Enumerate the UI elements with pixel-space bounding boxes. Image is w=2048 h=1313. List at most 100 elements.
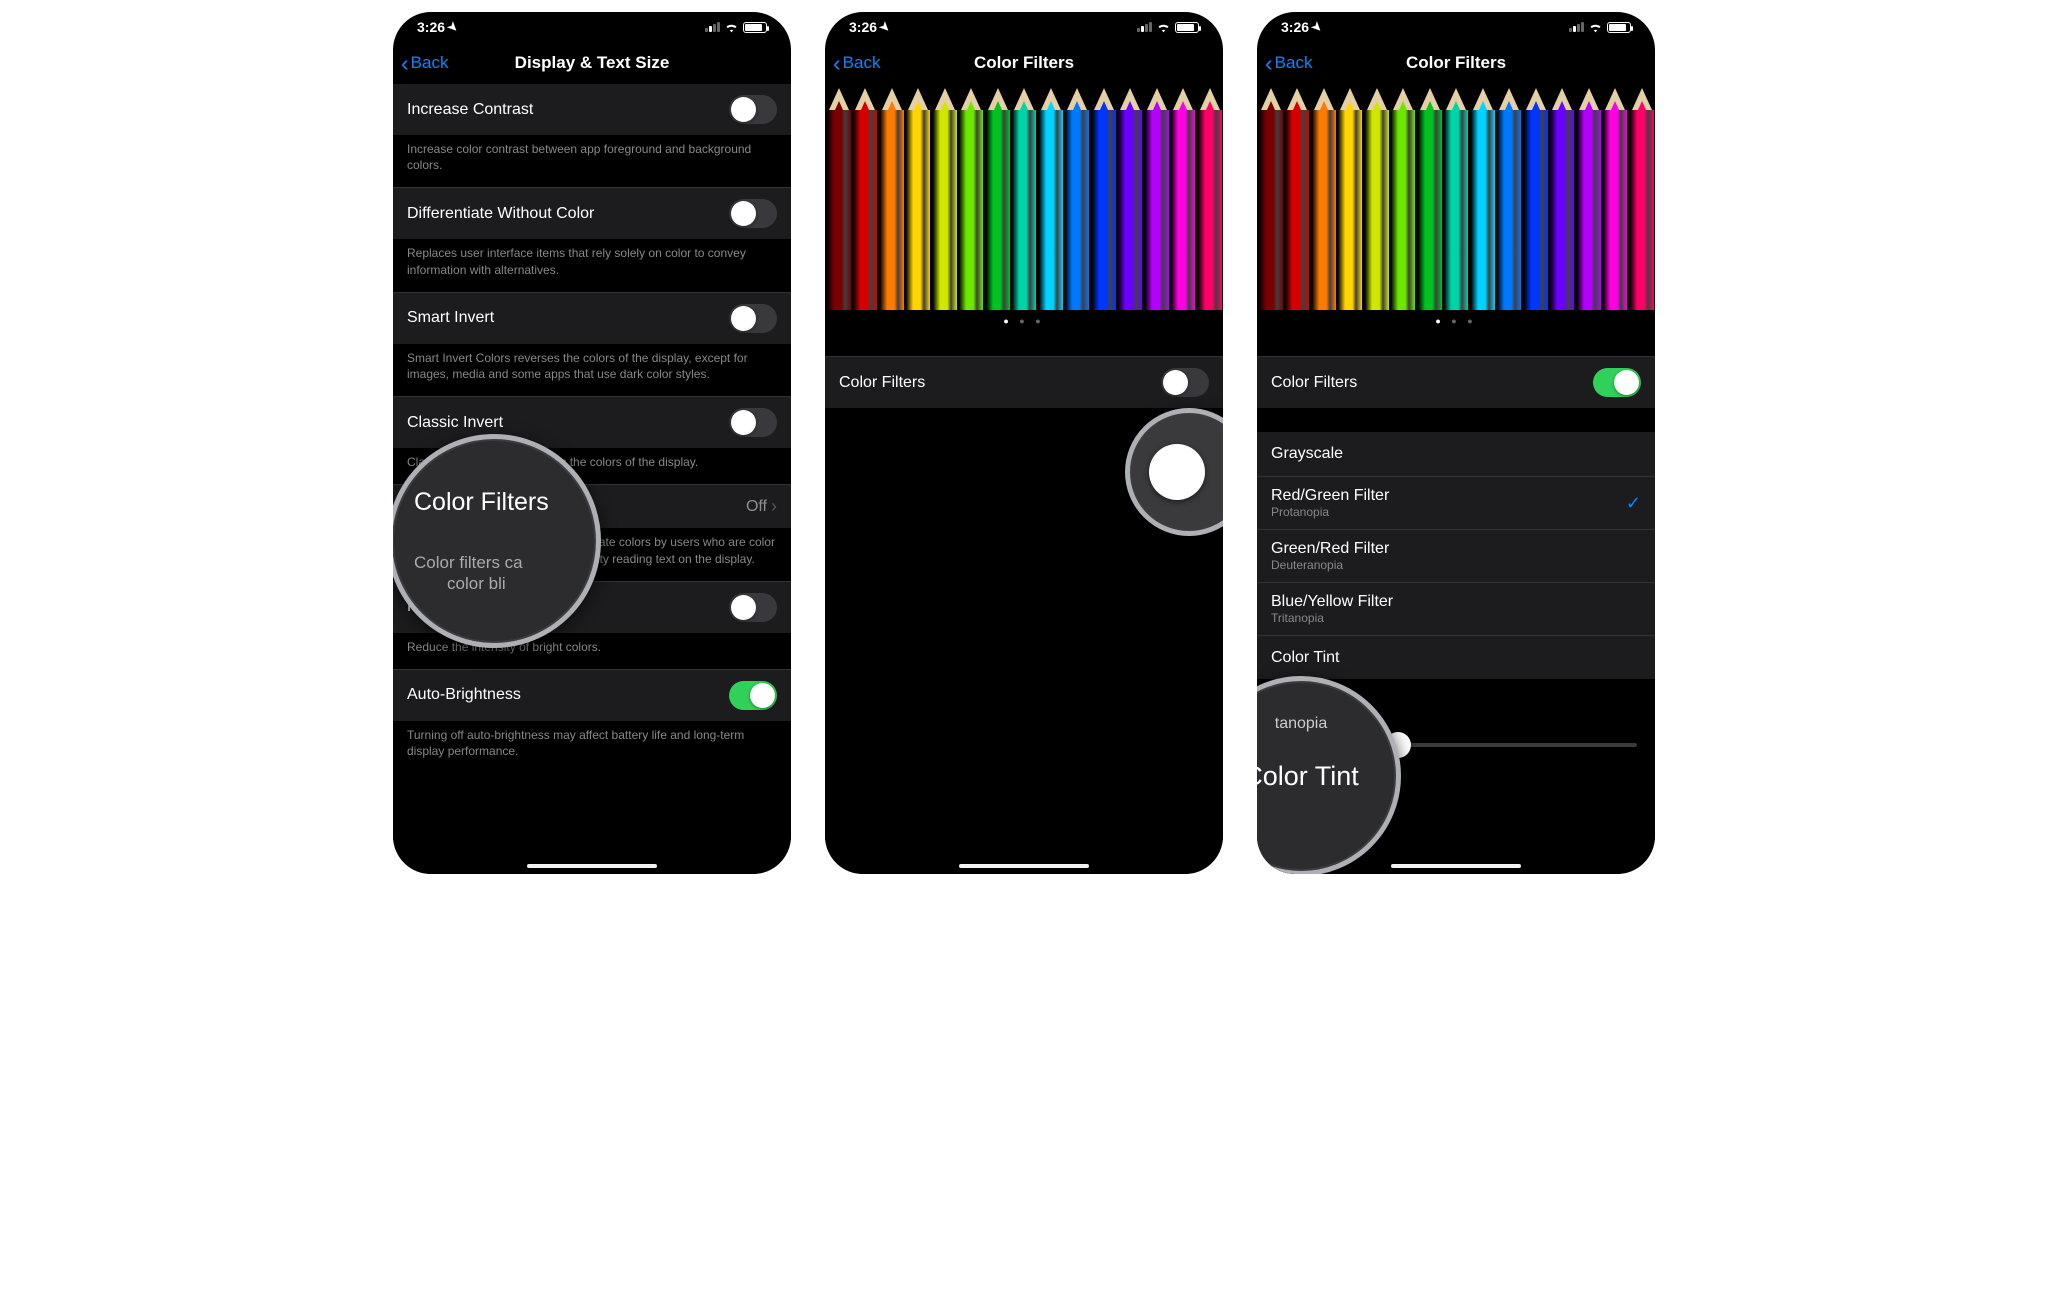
pencil-preview[interactable] bbox=[825, 84, 1223, 310]
pencil bbox=[1037, 88, 1064, 310]
row-increase-contrast[interactable]: Increase Contrast bbox=[393, 84, 791, 135]
filters-list: Grayscale Red/Green FilterProtanopia ✓ Gree… bbox=[1257, 432, 1655, 679]
reduce-white-toggle[interactable] bbox=[729, 593, 777, 622]
home-indicator[interactable] bbox=[527, 864, 657, 868]
pencil bbox=[1170, 88, 1197, 310]
pencil bbox=[1416, 88, 1443, 310]
filter-sublabel: Deuteranopia bbox=[1271, 558, 1389, 572]
smart-invert-label: Smart Invert bbox=[407, 309, 729, 327]
nav-bar: ‹ Back Color Filters bbox=[1257, 42, 1655, 84]
pencil bbox=[958, 88, 985, 310]
smart-invert-desc: Smart Invert Colors reverses the colors … bbox=[393, 344, 791, 396]
chevron-right-icon: › bbox=[771, 496, 777, 517]
increase-contrast-label: Increase Contrast bbox=[407, 101, 729, 119]
increase-contrast-toggle[interactable] bbox=[729, 95, 777, 124]
pencil bbox=[1196, 88, 1223, 310]
status-time: 3:26 bbox=[1281, 19, 1309, 35]
filter-sublabel: Tritanopia bbox=[1271, 611, 1393, 625]
row-color-filters-toggle[interactable]: Color Filters bbox=[825, 356, 1223, 408]
pencil bbox=[1522, 88, 1549, 310]
pencil bbox=[1443, 88, 1470, 310]
pencil bbox=[984, 88, 1011, 310]
back-button[interactable]: ‹ Back bbox=[401, 50, 448, 77]
filter-row-blue-yellow-filter[interactable]: Blue/Yellow FilterTritanopia bbox=[1257, 582, 1655, 635]
chevron-left-icon: ‹ bbox=[833, 50, 841, 77]
color-filters-toggle-label: Color Filters bbox=[839, 374, 1161, 392]
pencil bbox=[1090, 88, 1117, 310]
pencil bbox=[852, 88, 879, 310]
filter-label: Blue/Yellow Filter bbox=[1271, 593, 1393, 611]
pencil bbox=[1549, 88, 1576, 310]
mag-title: Color Filters bbox=[414, 488, 549, 517]
filter-row-grayscale[interactable]: Grayscale bbox=[1257, 432, 1655, 476]
pencil bbox=[1602, 88, 1629, 310]
row-color-filters-toggle[interactable]: Color Filters bbox=[1257, 356, 1655, 408]
classic-invert-toggle[interactable] bbox=[729, 408, 777, 437]
filters-body[interactable]: ● ● ● Color Filters bbox=[825, 84, 1223, 874]
wifi-icon bbox=[1156, 22, 1171, 33]
smart-invert-toggle[interactable] bbox=[729, 304, 777, 333]
filter-sublabel: Protanopia bbox=[1271, 505, 1389, 519]
diff-no-color-toggle[interactable] bbox=[729, 199, 777, 228]
chevron-left-icon: ‹ bbox=[1265, 50, 1273, 77]
mag3-big: Color Tint bbox=[1257, 761, 1359, 792]
battery-icon bbox=[1175, 22, 1199, 33]
home-indicator[interactable] bbox=[1391, 864, 1521, 868]
pencil bbox=[1575, 88, 1602, 310]
increase-contrast-desc: Increase color contrast between app fore… bbox=[393, 135, 791, 187]
home-indicator[interactable] bbox=[959, 864, 1089, 868]
pencil bbox=[1143, 88, 1170, 310]
magnifier-color-filters: Color Filters Color filters ca color bli bbox=[393, 434, 601, 648]
pencil bbox=[1064, 88, 1091, 310]
wifi-icon bbox=[1588, 22, 1603, 33]
pencil bbox=[1011, 88, 1038, 310]
checkmark-icon: ✓ bbox=[1626, 493, 1641, 514]
pencil bbox=[825, 88, 852, 310]
pencil-preview[interactable] bbox=[1257, 84, 1655, 310]
cell-signal-icon bbox=[1569, 22, 1584, 32]
filter-row-green-red-filter[interactable]: Green/Red FilterDeuteranopia bbox=[1257, 529, 1655, 582]
back-button[interactable]: ‹ Back bbox=[1265, 50, 1312, 77]
filter-label: Green/Red Filter bbox=[1271, 540, 1389, 558]
row-smart-invert[interactable]: Smart Invert bbox=[393, 292, 791, 344]
color-filters-toggle-label: Color Filters bbox=[1271, 374, 1593, 392]
cell-signal-icon bbox=[1137, 22, 1152, 32]
battery-icon bbox=[1607, 22, 1631, 33]
row-diff-no-color[interactable]: Differentiate Without Color bbox=[393, 187, 791, 239]
nav-title: Color Filters bbox=[825, 53, 1223, 73]
page-dots[interactable]: ● ● ● bbox=[825, 310, 1223, 332]
battery-icon bbox=[743, 22, 767, 33]
classic-invert-label: Classic Invert bbox=[407, 414, 729, 432]
page-dots[interactable]: ● ● ● bbox=[1257, 310, 1655, 332]
filter-row-color-tint[interactable]: Color Tint bbox=[1257, 635, 1655, 679]
chevron-left-icon: ‹ bbox=[401, 50, 409, 77]
pencil bbox=[931, 88, 958, 310]
status-bar: 3:26 ➤ bbox=[1257, 12, 1655, 42]
auto-brightness-desc: Turning off auto-brightness may affect b… bbox=[393, 721, 791, 773]
screen-display-text-size: 3:26 ➤ ‹ Back Display & Text Size Increa… bbox=[393, 12, 791, 874]
status-bar: 3:26 ➤ bbox=[825, 12, 1223, 42]
nav-title: Display & Text Size bbox=[393, 53, 791, 73]
pencil bbox=[1257, 88, 1284, 310]
mag-sub: Color filters ca color bli bbox=[414, 553, 523, 594]
row-auto-brightness[interactable]: Auto-Brightness bbox=[393, 669, 791, 721]
status-time: 3:26 bbox=[417, 19, 445, 35]
mag3-sup: tanopia bbox=[1275, 715, 1328, 733]
magnifier-toggle-off bbox=[1125, 408, 1223, 536]
filters-body[interactable]: ● ● ● Color Filters GrayscaleRed/Green F… bbox=[1257, 84, 1655, 874]
auto-brightness-toggle[interactable] bbox=[729, 681, 777, 710]
status-bar: 3:26 ➤ bbox=[393, 12, 791, 42]
pencil bbox=[1284, 88, 1311, 310]
screen-color-filters-off: 3:26 ➤ ‹ Back Color Filters ● ● ● Color … bbox=[825, 12, 1223, 874]
color-filters-value: Off bbox=[746, 498, 767, 516]
back-button[interactable]: ‹ Back bbox=[833, 50, 880, 77]
filter-row-red-green-filter[interactable]: Red/Green FilterProtanopia ✓ bbox=[1257, 476, 1655, 529]
row-classic-invert[interactable]: Classic Invert bbox=[393, 396, 791, 448]
location-icon: ➤ bbox=[877, 18, 894, 35]
color-filters-toggle[interactable] bbox=[1593, 368, 1641, 397]
nav-title: Color Filters bbox=[1257, 53, 1655, 73]
filter-label: Color Tint bbox=[1271, 649, 1339, 667]
filter-label: Red/Green Filter bbox=[1271, 487, 1389, 505]
auto-brightness-label: Auto-Brightness bbox=[407, 686, 729, 704]
color-filters-toggle[interactable] bbox=[1161, 368, 1209, 397]
